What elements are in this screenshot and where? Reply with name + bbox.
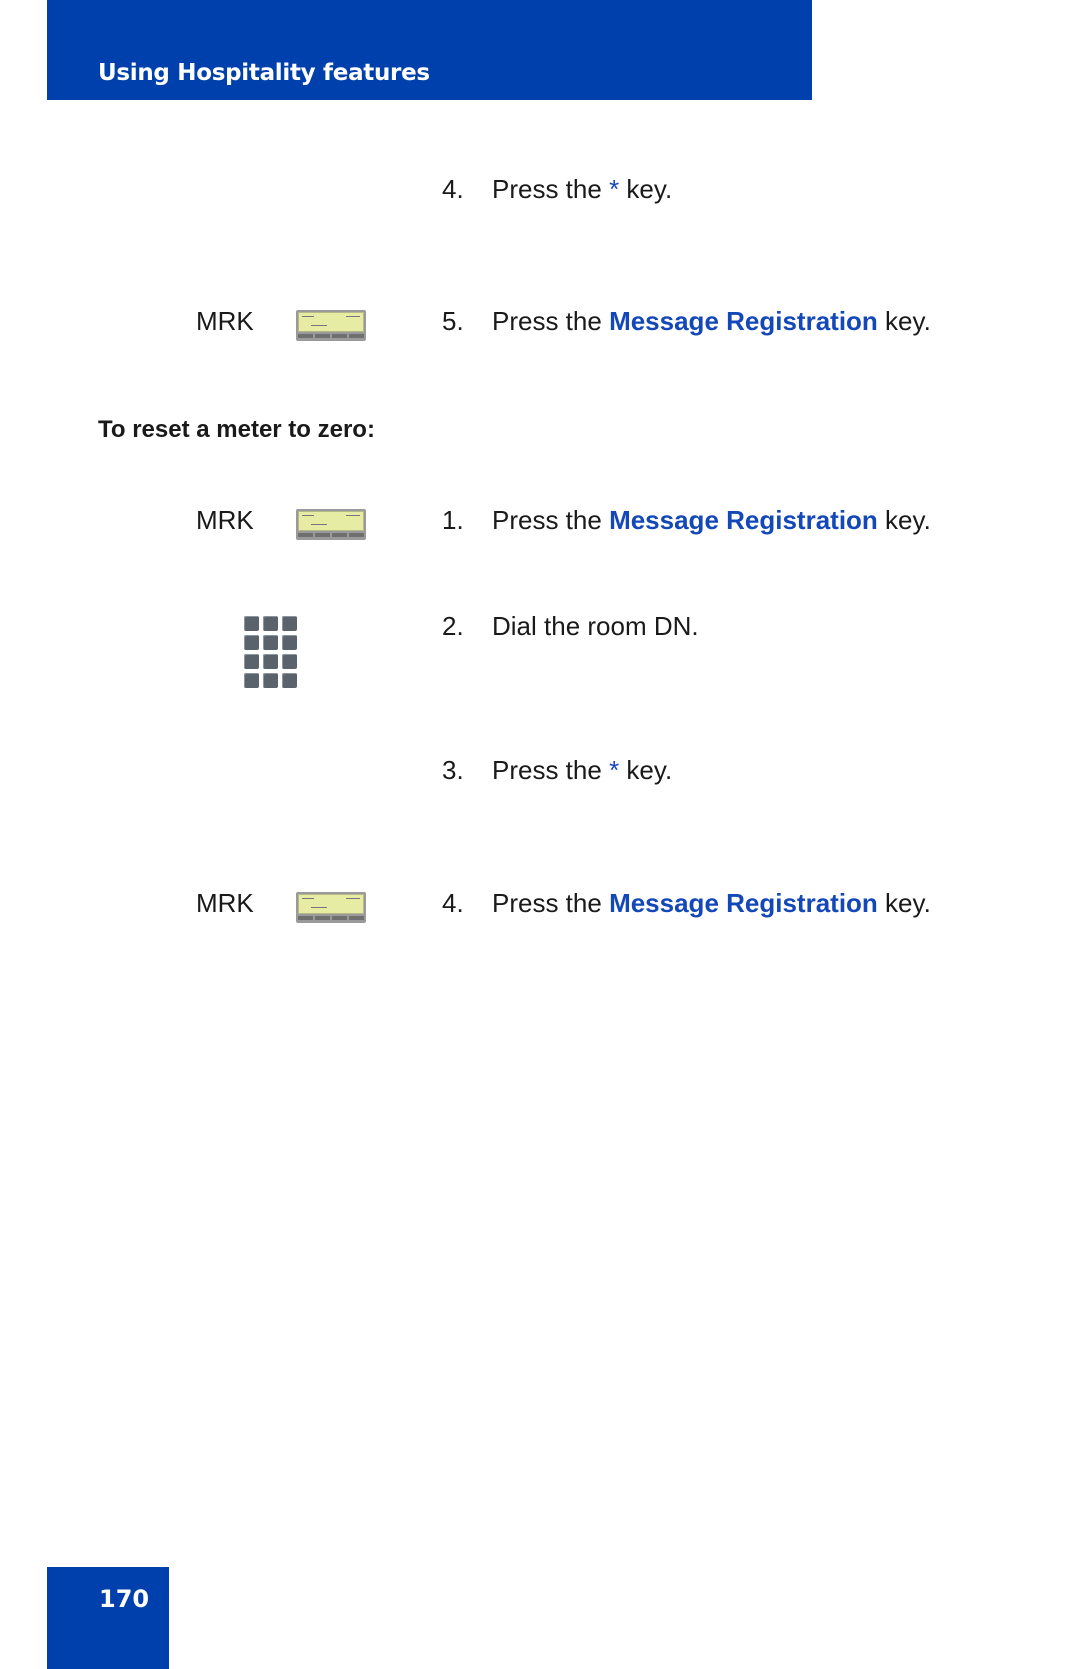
step-number: 1. (442, 505, 464, 535)
page-number-box: 170 (47, 1567, 169, 1669)
step-text: key. (877, 888, 931, 918)
step-4-press-star: 4. Press the * key. (442, 174, 672, 204)
mrk-label: MRK (196, 306, 254, 336)
step-text: Press the (492, 505, 610, 535)
step-1-press-message-registration: 1. Press the Message Registration key. (442, 505, 931, 535)
message-registration-key-label: Message Registration (609, 306, 878, 336)
message-registration-key-label: Message Registration (609, 888, 878, 918)
step-2-dial-room-dn: 2. Dial the room DN. (442, 611, 699, 641)
step-text: key. (877, 505, 931, 535)
message-registration-key-label: Message Registration (609, 505, 878, 535)
step-5-press-message-registration: 5. Press the Message Registration key. (442, 306, 931, 336)
step-text: Press the (492, 755, 610, 785)
header-band: Using Hospitality features (47, 0, 812, 100)
step-4-press-message-registration: 4. Press the Message Registration key. (442, 888, 931, 918)
mrk-label: MRK (196, 888, 254, 918)
phone-display-icon (296, 892, 366, 923)
step-text: Press the (492, 888, 610, 918)
step-text: Dial the room DN. (492, 611, 699, 641)
mrk-label: MRK (196, 505, 254, 535)
header-title: Using Hospitality features (98, 60, 430, 86)
step-number: 4. (442, 888, 464, 918)
page-number: 170 (99, 1585, 150, 1613)
phone-display-icon (296, 310, 366, 341)
step-number: 5. (442, 306, 464, 336)
phone-display-icon (296, 509, 366, 540)
step-3-press-star: 3. Press the * key. (442, 755, 672, 785)
step-number: 4. (442, 174, 464, 204)
star-key-label: * (609, 174, 620, 204)
keypad-icon (244, 616, 297, 688)
step-number: 3. (442, 755, 464, 785)
step-number: 2. (442, 611, 464, 641)
step-text: key. (877, 306, 931, 336)
star-key-label: * (609, 755, 620, 785)
step-text: Press the (492, 174, 610, 204)
step-text: Press the (492, 306, 610, 336)
section-heading: To reset a meter to zero: (98, 416, 375, 443)
step-text: key. (619, 755, 673, 785)
step-text: key. (619, 174, 673, 204)
